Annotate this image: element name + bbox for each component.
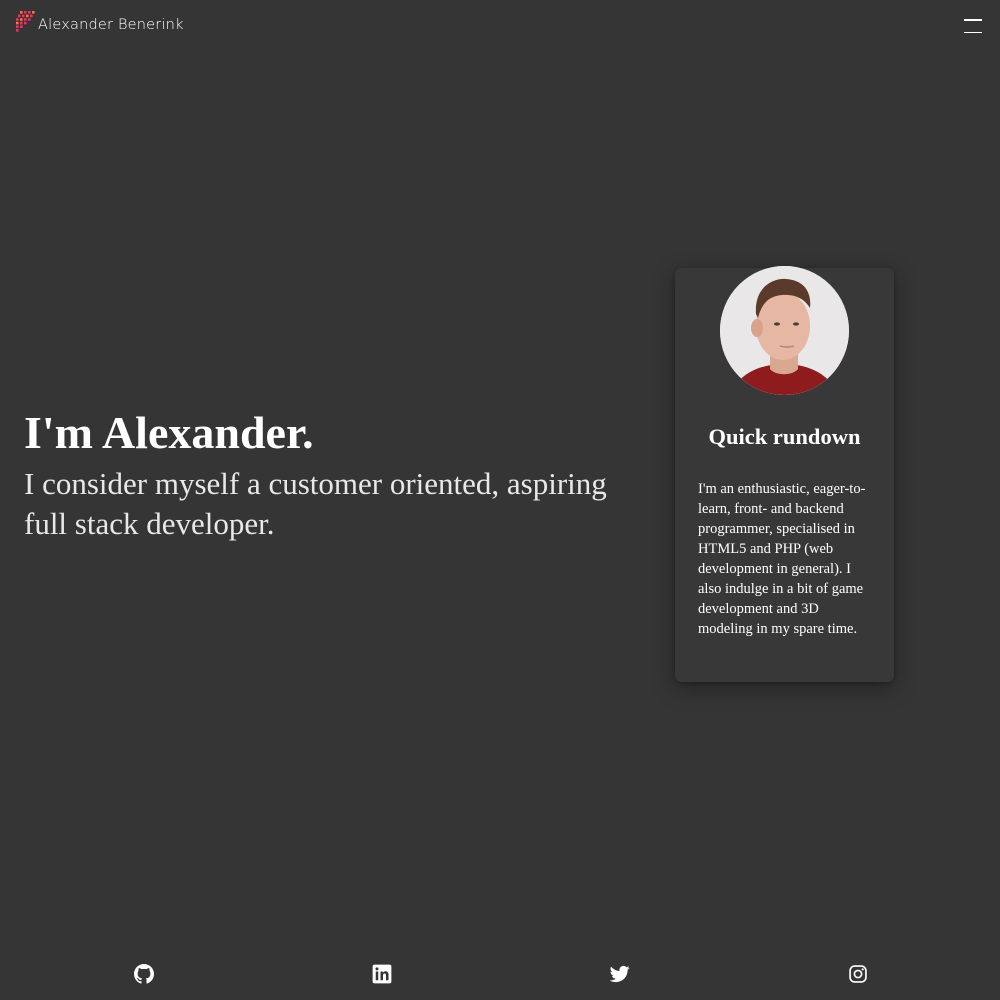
logo-dot	[16, 29, 19, 32]
logo-dot	[28, 11, 31, 14]
github-link[interactable]	[133, 963, 155, 985]
twitter-link[interactable]	[609, 963, 631, 985]
card-title: Quick rundown	[708, 424, 861, 449]
hero-title: I'm Alexander.	[24, 407, 314, 458]
logo-dot	[20, 21, 23, 25]
brand-name: Alexander Benerink	[38, 17, 184, 33]
twitter-icon	[610, 965, 630, 983]
menu-line	[964, 31, 982, 33]
logo-dot	[24, 18, 27, 21]
instagram-link[interactable]	[847, 963, 869, 985]
hero-section: I'm Alexander. I consider myself a custo…	[24, 406, 664, 544]
logo-dot	[32, 11, 35, 14]
instagram-icon	[849, 965, 867, 983]
logo-dot	[22, 14, 25, 18]
quick-rundown-card: Quick rundown I'm an enthusiastic, eager…	[675, 266, 894, 682]
brand-link[interactable]: Alexander Benerink	[14, 10, 184, 34]
logo-dot	[28, 18, 31, 21]
logo-dot	[20, 18, 23, 21]
logo-dot	[18, 14, 21, 18]
profile-photo	[720, 266, 849, 395]
logo-dot	[16, 18, 19, 21]
logo-dot	[24, 21, 27, 25]
hero-subtitle: I consider myself a customer oriented, a…	[24, 466, 607, 541]
linkedin-link[interactable]	[371, 963, 393, 985]
linkedin-icon	[372, 964, 392, 984]
logo-dot	[16, 25, 19, 28]
logo-dot	[20, 25, 23, 28]
logo-dot	[30, 14, 33, 18]
logo-dot	[24, 11, 27, 14]
pixel-logo-icon	[16, 11, 35, 32]
logo-dot	[16, 21, 19, 25]
hamburger-menu-icon[interactable]	[964, 18, 982, 34]
card-description: I'm an enthusiastic, eager-to-learn, fro…	[698, 481, 866, 637]
menu-line	[964, 19, 982, 21]
logo-dot	[26, 14, 29, 18]
logo-dot	[20, 11, 23, 14]
github-icon	[134, 964, 154, 984]
